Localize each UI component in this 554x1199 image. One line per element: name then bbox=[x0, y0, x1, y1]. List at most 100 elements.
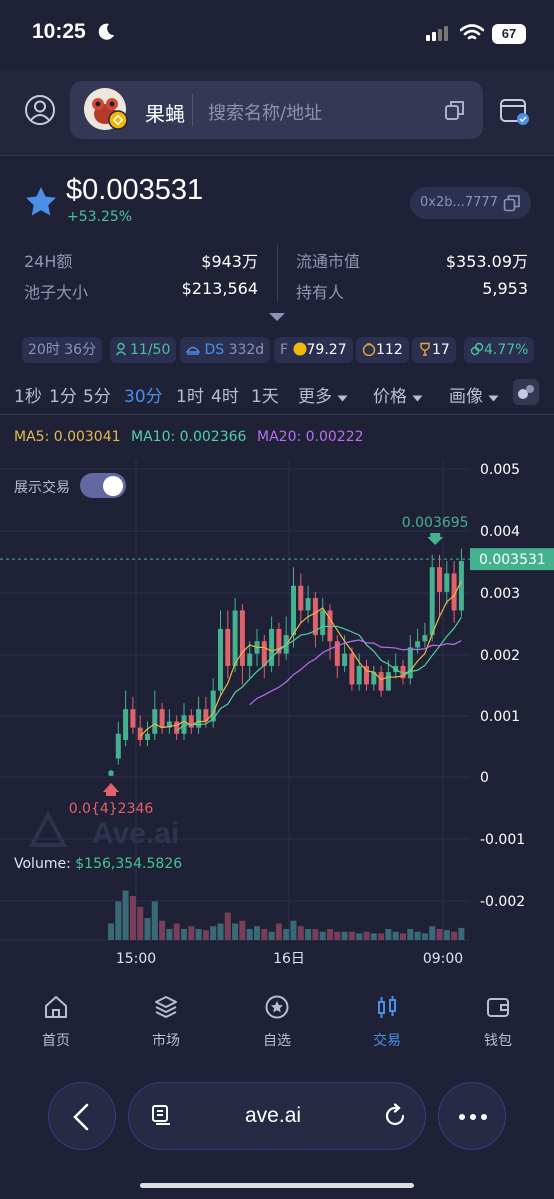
bnb-badge-icon bbox=[108, 110, 128, 130]
candle-body bbox=[305, 598, 311, 611]
ma10-indicator: MA10: 0.002366 bbox=[131, 429, 247, 445]
low-price-marker: 0.0{4}2346 bbox=[69, 801, 154, 817]
status-time: 10:25 bbox=[32, 20, 86, 43]
chip-users[interactable]: 11/50 bbox=[110, 337, 177, 363]
volume-bar bbox=[254, 926, 260, 940]
price-label: 价格 bbox=[373, 387, 407, 407]
candle-body bbox=[422, 635, 428, 642]
more-dropdown[interactable]: 更多 bbox=[298, 382, 348, 407]
copy-address-icon[interactable] bbox=[503, 194, 521, 212]
nav-item-0[interactable]: 首页 bbox=[16, 994, 96, 1050]
x-tick-label: 15:00 bbox=[116, 951, 156, 967]
y-tick-label: 0.005 bbox=[480, 462, 520, 478]
home-icon bbox=[45, 996, 67, 1018]
watermark: Ave.ai bbox=[92, 817, 179, 850]
toggle-knob bbox=[103, 476, 123, 496]
search-placeholder[interactable]: 搜索名称/地址 bbox=[208, 99, 322, 125]
watermark-logo-icon bbox=[28, 810, 68, 847]
volume-bar bbox=[239, 920, 246, 940]
chip-money[interactable]: 112 bbox=[356, 337, 409, 363]
timeframe-3[interactable]: 30分 bbox=[124, 382, 163, 407]
profile-icon[interactable] bbox=[24, 94, 56, 126]
more-options-button[interactable] bbox=[438, 1082, 506, 1150]
reader-icon[interactable] bbox=[150, 1104, 174, 1128]
volume-bar bbox=[202, 930, 209, 940]
candle-body bbox=[291, 585, 296, 636]
link-icon bbox=[470, 342, 484, 356]
candle-body bbox=[349, 653, 355, 685]
market-cap-label: 流通市值 bbox=[296, 252, 361, 271]
timeframe-0[interactable]: 1秒 bbox=[14, 382, 42, 407]
copy-icon[interactable] bbox=[444, 99, 466, 121]
timeframe-4[interactable]: 1时 bbox=[176, 382, 204, 407]
holders-label: 持有人 bbox=[296, 283, 345, 302]
nav-item-2[interactable]: 自选 bbox=[237, 994, 317, 1050]
y-tick-label: 0.004 bbox=[480, 524, 520, 540]
volume-bar bbox=[173, 923, 180, 940]
volume-bar bbox=[356, 933, 363, 940]
chip-users-value: 11/50 bbox=[130, 342, 171, 358]
nav-label: 首页 bbox=[42, 1033, 70, 1049]
chip-score[interactable]: F 79.27 bbox=[274, 337, 353, 363]
trophy-icon bbox=[420, 342, 430, 356]
volume-bar bbox=[188, 926, 195, 940]
x-tick-label: 09:00 bbox=[423, 951, 463, 967]
header-divider bbox=[0, 155, 554, 156]
candle-body bbox=[298, 585, 304, 611]
chart-settings-button[interactable] bbox=[513, 379, 539, 405]
volume-24h-value: $943万 bbox=[201, 252, 258, 271]
more-label: 更多 bbox=[298, 387, 332, 407]
volume-bar bbox=[275, 923, 282, 940]
y-tick-label: 0.002 bbox=[480, 648, 520, 664]
volume-bar bbox=[400, 933, 406, 940]
chip-trophy-value: 17 bbox=[432, 342, 450, 358]
wallet-connect-icon[interactable] bbox=[498, 95, 530, 127]
token-price: $0.003531 bbox=[66, 174, 204, 206]
favorite-star-icon[interactable] bbox=[24, 185, 58, 217]
nav-item-4[interactable]: 钱包 bbox=[458, 994, 538, 1050]
volume-bar bbox=[268, 931, 275, 940]
reload-icon[interactable] bbox=[382, 1103, 408, 1129]
timeframe-2[interactable]: 5分 bbox=[83, 382, 111, 407]
price-dropdown[interactable]: 价格 bbox=[373, 382, 423, 407]
volume-bar bbox=[451, 931, 458, 940]
token-name: 果蝇 bbox=[145, 102, 185, 126]
volume-bar bbox=[224, 912, 231, 940]
back-button[interactable] bbox=[48, 1082, 116, 1150]
candle-body bbox=[269, 628, 275, 666]
timeframe-1[interactable]: 1分 bbox=[49, 382, 77, 407]
market-cap-value: $353.09万 bbox=[445, 252, 528, 271]
ma20-indicator: MA20: 0.00222 bbox=[257, 429, 364, 445]
bubbles-icon bbox=[518, 385, 534, 399]
volume-bar bbox=[232, 923, 239, 940]
search-divider bbox=[192, 94, 193, 126]
volume-bar bbox=[363, 931, 370, 940]
candle-body bbox=[378, 672, 384, 691]
url-text[interactable]: ave.ai bbox=[245, 1104, 301, 1128]
chip-age[interactable]: 20时 36分 bbox=[22, 337, 103, 363]
candle-body bbox=[218, 628, 223, 691]
star-icon bbox=[265, 995, 289, 1019]
timeframe-5[interactable]: 4时 bbox=[211, 382, 239, 407]
chip-percent[interactable]: 4.77% bbox=[464, 337, 535, 363]
drawing-dropdown[interactable]: 画像 bbox=[449, 382, 499, 407]
volume-bar bbox=[348, 931, 355, 940]
volume-bar bbox=[305, 929, 312, 940]
volume-bar bbox=[392, 931, 399, 940]
chip-ds-label: DS bbox=[204, 342, 225, 358]
volume-bar bbox=[429, 926, 436, 940]
volume-value: $156,354.5826 bbox=[75, 856, 182, 872]
volume-label: Volume: $156,354.5826 bbox=[14, 856, 182, 872]
chip-ds[interactable]: DS 332d bbox=[180, 337, 271, 363]
volume-bar bbox=[246, 929, 253, 940]
expand-caret-icon[interactable] bbox=[268, 312, 286, 322]
chip-trophy[interactable]: 17 bbox=[412, 337, 456, 363]
price-chart[interactable]: Ave.ai 0.003531 0.005 0.004 0.003 0.002 0.001 0… bbox=[0, 415, 554, 990]
price-change: +53.25% bbox=[67, 209, 133, 225]
nav-item-3[interactable]: 交易 bbox=[347, 994, 427, 1050]
timeframe-6[interactable]: 1天 bbox=[251, 382, 279, 407]
volume-bar bbox=[108, 923, 114, 940]
nav-item-1[interactable]: 市场 bbox=[126, 994, 206, 1050]
chip-percent-value: 4.77% bbox=[484, 342, 529, 358]
volume-bar bbox=[195, 929, 202, 940]
